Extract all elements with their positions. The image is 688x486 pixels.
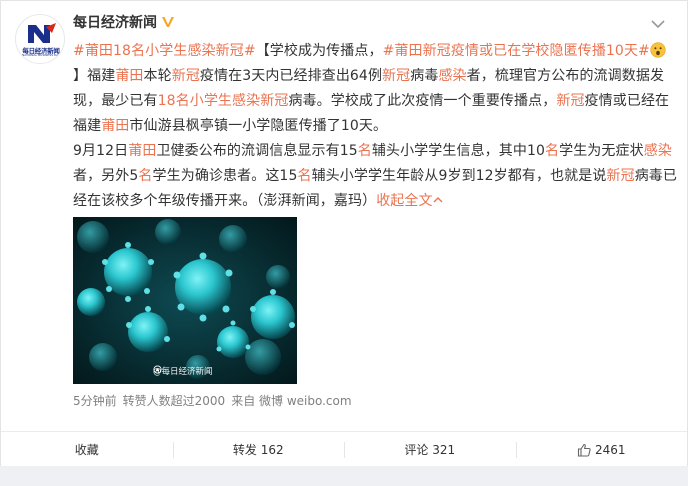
post-text-line: #莆田18名小学生感染新冠#【学校成为传播点，#莆田新冠疫情或已在学校隐匿传播1… <box>73 39 673 64</box>
keyword-link[interactable]: 新冠 <box>606 168 634 184</box>
keyword-link[interactable]: 18名小学生感染新冠 <box>158 93 289 109</box>
text-segment: 经在该校多个年级传播开来。（澎湃新闻，嘉玛） <box>73 193 377 209</box>
text-segment: 9月12日 <box>73 143 129 159</box>
text-segment: 福建 <box>73 118 102 134</box>
post-source[interactable]: 来自 微博 weibo.com <box>231 392 351 409</box>
post-time[interactable]: 5分钟前 <box>73 392 117 409</box>
text-segment: 辅头小学学生年龄从9岁到12岁都有，也就是说 <box>311 168 607 184</box>
text-segment: 者，另外5 <box>73 168 139 184</box>
text-segment: 现，最少已有 <box>73 93 158 109</box>
keyword-link[interactable]: 感染 <box>438 68 466 84</box>
keyword-link[interactable]: 新冠 <box>556 93 584 109</box>
post-meta: 5分钟前 转赞人数超过2000 来自 微博 weibo.com <box>73 392 352 409</box>
post-text-line: 经在该校多个年级传播开来。（澎湃新闻，嘉玛）收起全文 <box>73 189 673 214</box>
virus-image <box>73 217 297 384</box>
verified-icon <box>162 17 174 27</box>
post-text-line: 福建莆田市仙游县枫亭镇一小学隐匿传播了10天。 <box>73 114 673 139</box>
text-segment: 学生为确诊患者。这15 <box>152 168 298 184</box>
avatar[interactable]: 每日经济新闻 NATIONAL BUSINESS DAILY <box>15 14 65 64</box>
keyword-link[interactable]: 名 <box>138 168 152 184</box>
hashtag-link[interactable]: #莆田18名小学生感染新冠# <box>73 43 256 59</box>
keyword-link[interactable]: 名 <box>358 143 372 159</box>
like-icon <box>577 443 591 457</box>
image-watermark: @每日经济新闻 <box>153 365 213 377</box>
keyword-link[interactable]: 莆田 <box>115 68 143 84</box>
page-background <box>0 466 688 486</box>
keyword-link[interactable]: 莆田 <box>128 143 156 159</box>
repost-button[interactable]: 转发 162 <box>172 432 345 467</box>
author-name[interactable]: 每日经济新闻 <box>73 12 157 32</box>
keyword-link[interactable]: 名 <box>297 168 311 184</box>
text-segment: 市仙游县枫亭镇一小学隐匿传播了10天。 <box>129 118 388 134</box>
text-segment: 【学校成为传播点， <box>255 43 383 59</box>
post-text-line: 】福建莆田本轮新冠疫情在3天内已经排查出64例新冠病毒感染者，梳理官方公布的流调… <box>73 64 673 89</box>
avatar-subcaption: NATIONAL BUSINESS DAILY <box>22 53 63 57</box>
like-count: 2461 <box>594 442 626 457</box>
author-row: 每日经济新闻 <box>73 12 175 32</box>
post-text-line: 9月12日莆田卫健委公布的流调信息显示有15名辅头小学学生信息，其中10名学生为… <box>73 139 673 164</box>
action-bar: 收藏 转发 162 评论 321 2461 <box>1 431 687 467</box>
text-segment: 病毒 <box>410 68 439 84</box>
text-segment: 学生为无症状 <box>559 143 644 159</box>
post-text-line: 者，另外5名学生为确诊患者。这15名辅头小学学生年龄从9岁到12岁都有，也就是说… <box>73 164 677 189</box>
text-segment: 辅头小学学生信息，其中10 <box>371 143 545 159</box>
collapse-text-link[interactable]: 收起全文 <box>376 193 432 209</box>
keyword-link[interactable]: 莆田 <box>101 118 129 134</box>
repost-label: 转发 162 <box>232 443 284 457</box>
keyword-link[interactable]: 感染 <box>644 143 672 159</box>
surprised-emoji-icon <box>650 42 666 58</box>
text-segment: 者，梳理官方公布的流调数据发 <box>466 68 665 84</box>
repost-info: 转赞人数超过2000 <box>122 394 226 408</box>
weibo-post-card: 每日经济新闻 NATIONAL BUSINESS DAILY 每日经济新闻 #莆… <box>0 0 688 486</box>
hashtag-link[interactable]: #莆田新冠疫情或已在学校隐匿传播10天# <box>383 43 650 59</box>
comment-button[interactable]: 评论 321 <box>344 432 516 467</box>
favorite-button[interactable]: 收藏 <box>1 432 173 467</box>
keyword-link[interactable]: 名 <box>545 143 559 159</box>
text-segment: 病毒已 <box>634 168 677 184</box>
chevron-up-icon[interactable] <box>433 195 443 205</box>
chevron-down-icon[interactable] <box>651 19 665 29</box>
post-text: #莆田18名小学生感染新冠#【学校成为传播点，#莆田新冠疫情或已在学校隐匿传播1… <box>73 39 677 214</box>
comment-label: 评论 321 <box>404 443 456 457</box>
post-text-line: 现，最少已有18名小学生感染新冠病毒。学校成了此次疫情一个重要传播点，新冠疫情或… <box>73 89 673 114</box>
weibo-logo-icon <box>153 365 162 374</box>
favorite-label: 收藏 <box>74 443 99 457</box>
like-button[interactable]: 2461 <box>515 432 688 467</box>
text-segment: 疫情或已经在 <box>584 93 670 109</box>
text-segment: 卫健委公布的流调信息显示有15 <box>156 143 358 159</box>
keyword-link[interactable]: 新冠 <box>382 68 410 84</box>
text-segment: 本轮 <box>143 68 172 84</box>
text-segment: 】福建 <box>73 68 116 84</box>
text-segment: 疫情在3天内已经排查出64例 <box>199 68 383 84</box>
keyword-link[interactable]: 新冠 <box>172 68 200 84</box>
post-image[interactable]: @每日经济新闻 <box>73 217 297 384</box>
text-segment: 病毒。学校成了此次疫情一个重要传播点， <box>288 93 557 109</box>
